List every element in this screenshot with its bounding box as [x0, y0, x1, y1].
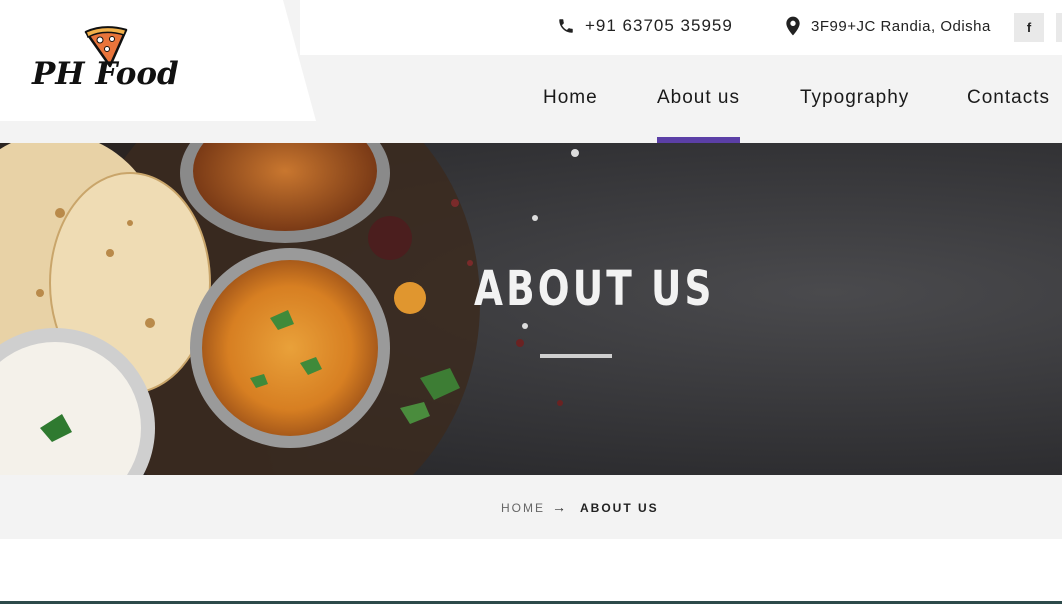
arrow-right-icon: →: [552, 499, 566, 515]
breadcrumb: HOME → ABOUT US: [0, 475, 1062, 539]
page: PH Food +91 63705 35959 3F99+JC Randia, …: [0, 0, 1062, 604]
title-underline: [540, 354, 612, 358]
address-contact[interactable]: 3F99+JC Randia, Odisha: [785, 16, 991, 36]
address-text: 3F99+JC Randia, Odisha: [811, 17, 991, 35]
location-pin-icon: [786, 16, 800, 36]
nav-item-about-us[interactable]: About us: [657, 87, 740, 143]
nav-item-typography[interactable]: Typography: [800, 87, 909, 109]
twitter-link[interactable]: t: [1056, 13, 1062, 42]
main-nav: Home About us Typography Contacts: [0, 87, 1062, 143]
facebook-link[interactable]: f: [1014, 13, 1044, 42]
phone-contact[interactable]: +91 63705 35959: [557, 16, 733, 36]
nav-item-home[interactable]: Home: [543, 87, 598, 109]
hero-banner: ABOUT US: [0, 143, 1062, 475]
phone-number: +91 63705 35959: [585, 16, 733, 35]
site-header: PH Food +91 63705 35959 3F99+JC Randia, …: [0, 0, 1062, 143]
nav-item-contacts[interactable]: Contacts: [967, 87, 1050, 109]
page-title: ABOUT US: [474, 261, 715, 317]
breadcrumb-home-link[interactable]: HOME: [501, 501, 545, 515]
phone-icon: [559, 19, 573, 33]
facebook-icon: f: [1026, 20, 1032, 35]
breadcrumb-current: ABOUT US: [580, 501, 659, 515]
